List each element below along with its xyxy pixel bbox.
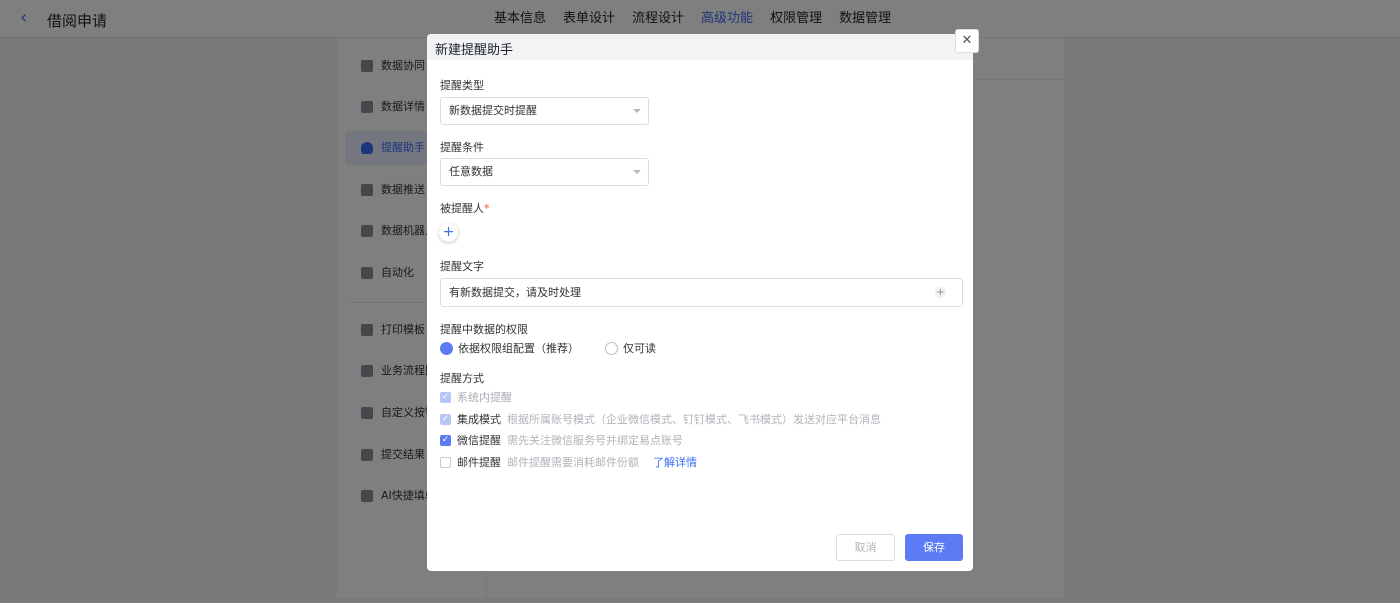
- reminder-type-label: 提醒类型: [440, 79, 484, 92]
- permission-radio-group-config[interactable]: [440, 341, 453, 355]
- method-desc: 根据所属账号模式（企业微信模式、钉钉模式、飞书模式）发送对应平台消息: [507, 413, 881, 426]
- permission-option-label: 依据权限组配置（推荐）: [458, 342, 579, 355]
- method-name: 邮件提醒: [457, 456, 501, 469]
- method-desc: 需先关注微信服务号并绑定易点账号: [507, 434, 683, 447]
- reminder-type-select[interactable]: 新数据提交时提醒: [440, 97, 649, 125]
- reminder-dialog: 新建提醒助手 提醒类型 新数据提交时提醒 提醒条件 任意数据 被提醒人* + 提…: [427, 34, 973, 571]
- reminder-condition-value: 任意数据: [449, 165, 493, 178]
- chevron-down-icon: [633, 170, 641, 174]
- method-desc: 邮件提醒需要消耗邮件份额: [507, 456, 639, 469]
- wechat-checkbox[interactable]: ✓: [440, 434, 451, 446]
- method-wechat: ✓ 微信提醒 需先关注微信服务号并绑定易点账号: [440, 432, 683, 448]
- insert-field-icon[interactable]: +: [935, 287, 946, 298]
- reminder-condition-select[interactable]: 任意数据: [440, 158, 649, 186]
- required-mark: *: [484, 202, 490, 215]
- reminder-condition-label: 提醒条件: [440, 141, 484, 154]
- permission-option-label: 仅可读: [623, 342, 656, 355]
- email-checkbox[interactable]: [440, 456, 451, 468]
- cancel-button[interactable]: 取消: [836, 534, 895, 561]
- reminder-text-value: 有新数据提交，请及时处理: [449, 286, 581, 299]
- method-in-system: ✓ 系统内提醒: [440, 389, 518, 405]
- add-recipient-button[interactable]: +: [439, 223, 458, 242]
- close-icon[interactable]: ✕: [955, 29, 979, 53]
- method-name: 集成模式: [457, 413, 501, 426]
- method-email: 邮件提醒 邮件提醒需要消耗邮件份额 了解详情: [440, 454, 697, 470]
- plus-icon: +: [442, 224, 455, 240]
- permission-options: 依据权限组配置（推荐） 仅可读: [440, 340, 656, 356]
- save-button[interactable]: 保存: [905, 534, 963, 561]
- integration-checkbox: ✓: [440, 413, 451, 425]
- permission-label: 提醒中数据的权限: [440, 323, 528, 336]
- learn-more-link[interactable]: 了解详情: [653, 454, 697, 470]
- reminder-text-label: 提醒文字: [440, 260, 484, 273]
- method-name: 微信提醒: [457, 434, 501, 447]
- recipients-label: 被提醒人*: [440, 200, 490, 216]
- methods-label: 提醒方式: [440, 372, 484, 385]
- chevron-down-icon: [633, 109, 641, 113]
- reminder-text-input[interactable]: 有新数据提交，请及时处理 +: [440, 278, 963, 307]
- method-integration: ✓ 集成模式 根据所属账号模式（企业微信模式、钉钉模式、飞书模式）发送对应平台消…: [440, 411, 881, 427]
- method-name: 系统内提醒: [457, 391, 512, 404]
- recipients-label-text: 被提醒人: [440, 202, 484, 215]
- dialog-title: 新建提醒助手: [427, 34, 973, 60]
- permission-radio-read-only[interactable]: [605, 341, 618, 355]
- in-system-checkbox: ✓: [440, 391, 451, 403]
- reminder-type-value: 新数据提交时提醒: [449, 104, 537, 117]
